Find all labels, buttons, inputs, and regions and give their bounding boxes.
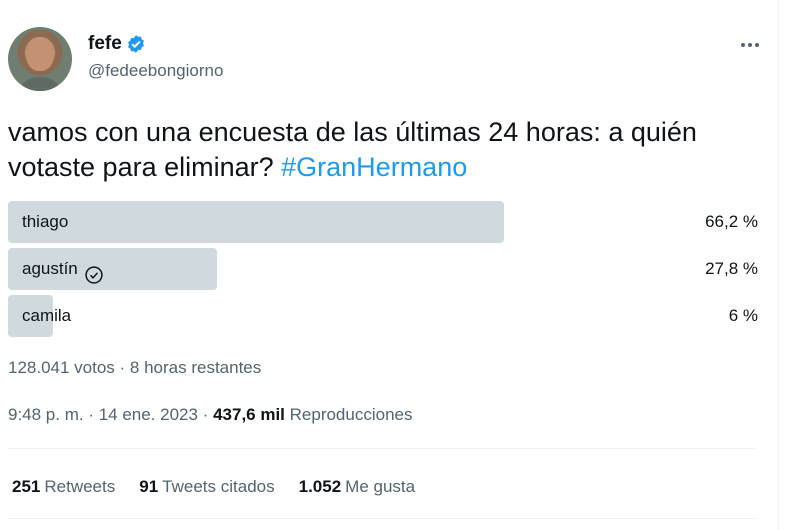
column-border [778,0,779,530]
retweets-stat[interactable]: 251 Retweets [12,477,115,497]
poll-option-percent: 66,2 % [705,212,758,231]
quotes-label: Tweets citados [162,477,275,496]
hashtag-link[interactable]: #GranHermano [281,152,467,182]
views-count: 437,6 mil [213,405,285,424]
tweet-header: fefe @fedeebongiorno [8,27,768,93]
likes-stat[interactable]: 1.052 Me gusta [299,477,415,497]
avatar-shirt [18,77,62,91]
poll-option-percent: 6 % [728,306,758,325]
user-handle[interactable]: @fedeebongiorno [88,61,223,81]
poll-option-camila: camila 6 % [8,295,758,337]
divider [8,518,756,519]
poll-option-text: agustín [22,259,78,278]
poll-meta: 128.041 votos · 8 horas restantes [8,358,262,377]
poll-bar [8,201,505,243]
likes-label: Me gusta [345,477,416,496]
poll-option-agustin: agustín 27,8 % [8,248,758,290]
poll-option-label: agustín [22,248,104,290]
likes-count: 1.052 [298,477,342,496]
poll-option-label: thiago [22,201,68,243]
tweet-text: vamos con una encuesta de las últimas 24… [8,115,748,185]
retweets-count: 251 [12,477,41,496]
tweet-timestamp[interactable]: 9:48 p. m. · 14 ene. 2023 · [8,405,213,424]
avatar[interactable] [8,27,72,91]
engagement-stats: 251 Retweets 91 Tweets citados 1.052 Me gus… [12,477,415,497]
quote-tweets-stat[interactable]: 91 Tweets citados [139,477,274,497]
display-name[interactable]: fefe [88,33,122,55]
retweets-label: Retweets [44,477,116,496]
name-row: fefe [88,33,146,55]
views-label: Reproducciones [284,405,413,424]
more-options-icon[interactable] [735,33,765,57]
poll-option-thiago: thiago 66,2 % [8,201,758,243]
divider [8,448,756,449]
poll: thiago 66,2 % agustín 27,8 % camila 6 % [8,201,758,342]
poll-option-label: camila [22,295,71,337]
timestamp-row: 9:48 p. m. · 14 ene. 2023 · 437,6 mil Re… [8,405,412,425]
quotes-count: 91 [139,477,159,496]
poll-option-text: thiago [22,212,69,231]
verified-badge-icon [126,34,146,54]
check-circle-icon [84,259,104,284]
poll-option-text: camila [22,306,72,325]
avatar-face [26,37,54,71]
poll-option-percent: 27,8 % [705,259,758,278]
